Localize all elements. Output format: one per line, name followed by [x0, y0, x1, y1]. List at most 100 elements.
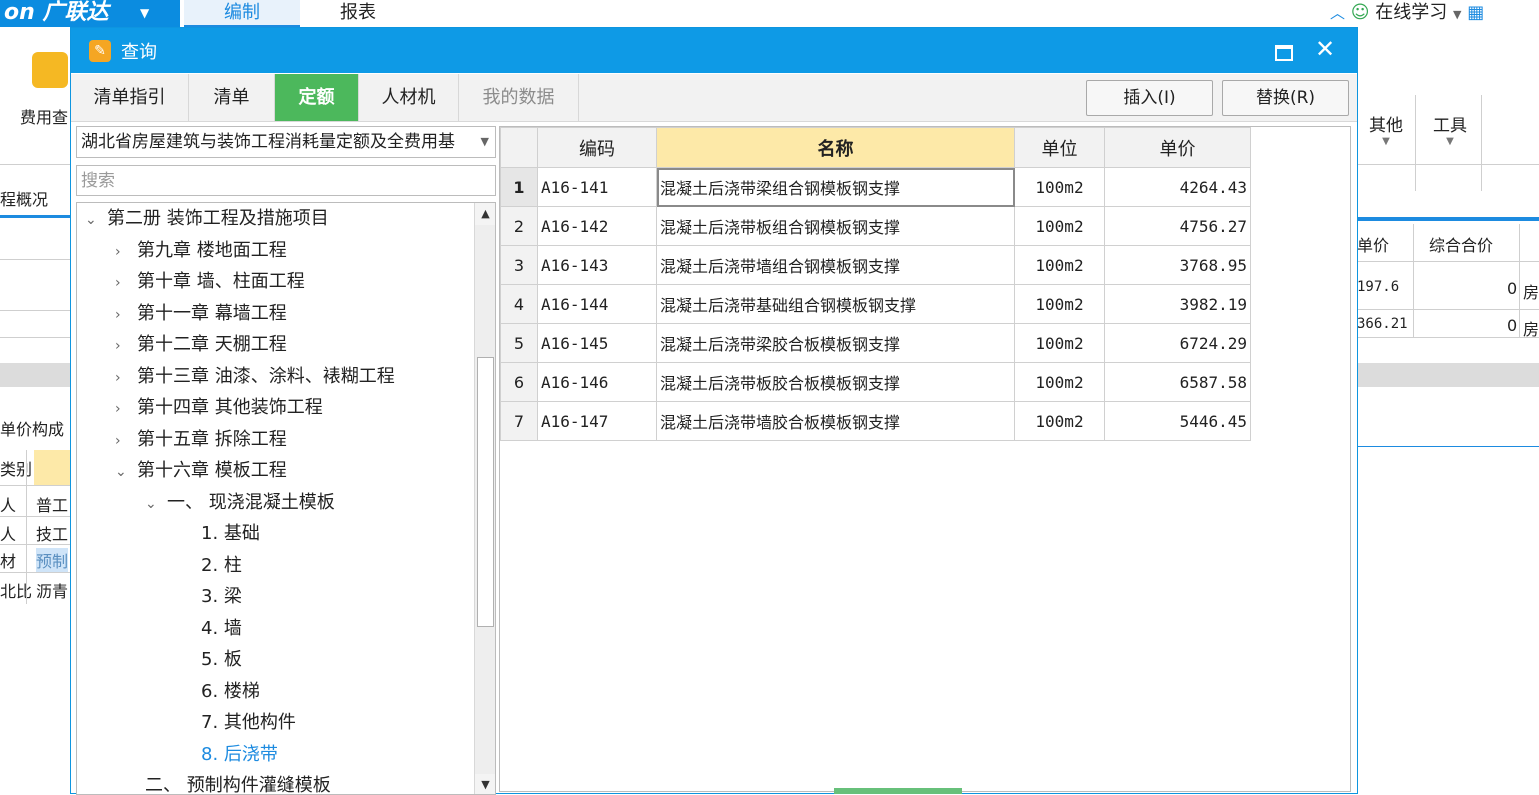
- col-code[interactable]: 编码: [537, 127, 657, 168]
- cell-unit-price[interactable]: 3982.19: [1104, 284, 1251, 324]
- cell-unit-price[interactable]: 3768.95: [1104, 245, 1251, 285]
- chevron-right-icon[interactable]: ›: [115, 300, 137, 331]
- row-number[interactable]: 2: [500, 206, 538, 246]
- cell-unit[interactable]: 100m2: [1014, 284, 1105, 324]
- tree-node[interactable]: › 第十二章 天棚工程: [115, 329, 287, 360]
- tab-labor-material-machine[interactable]: 人材机: [359, 74, 459, 121]
- cell-code[interactable]: A16-142: [537, 206, 657, 246]
- tab-quota[interactable]: 定额: [275, 74, 359, 121]
- chevron-right-icon[interactable]: ›: [115, 268, 137, 299]
- row-number[interactable]: 7: [500, 401, 538, 441]
- chevron-down-icon[interactable]: ⌄: [115, 457, 137, 488]
- tree-node[interactable]: ⌄ 第十六章 模板工程: [115, 455, 287, 486]
- chevron-right-icon[interactable]: ›: [115, 331, 137, 362]
- chevron-down-icon[interactable]: ▼: [1453, 8, 1461, 21]
- dialog-title-bar[interactable]: ✎ 查询 ✕: [71, 28, 1357, 73]
- tree-node[interactable]: › 第十三章 油漆、涂料、裱糊工程: [115, 361, 395, 392]
- scroll-up-icon[interactable]: ▲: [475, 203, 495, 225]
- cell-name[interactable]: 混凝土后浇带板胶合板模板钢支撑: [656, 362, 1015, 402]
- cell-code[interactable]: A16-141: [537, 167, 657, 207]
- bg-unit-price-composition[interactable]: 单价构成: [0, 416, 64, 440]
- ribbon-fee-query[interactable]: 费用查: [0, 104, 68, 128]
- chevron-down-icon[interactable]: ⌄: [85, 205, 107, 236]
- tree-node[interactable]: 3. 梁: [201, 581, 242, 612]
- row-number[interactable]: 4: [500, 284, 538, 324]
- col-name[interactable]: 名称: [656, 127, 1015, 168]
- cell-unit-price[interactable]: 4264.43: [1104, 167, 1251, 207]
- grid-icon[interactable]: ▦: [1467, 2, 1484, 23]
- tab-my-data[interactable]: 我的数据: [459, 74, 579, 121]
- cell-unit[interactable]: 100m2: [1014, 362, 1105, 402]
- cell-name[interactable]: 混凝土后浇带墙胶合板模板钢支撑: [656, 401, 1015, 441]
- chevron-right-icon[interactable]: ›: [115, 394, 137, 425]
- table-row[interactable]: 5 A16-145 混凝土后浇带梁胶合板模板钢支撑 100m2 6724.29: [500, 323, 1251, 363]
- cell-code[interactable]: A16-147: [537, 401, 657, 441]
- cell-unit[interactable]: 100m2: [1014, 206, 1105, 246]
- cell-name[interactable]: 混凝土后浇带板组合钢模板钢支撑: [656, 206, 1015, 246]
- row-number[interactable]: 6: [500, 362, 538, 402]
- tree-node[interactable]: 二、 预制构件灌缝模板: [145, 770, 331, 794]
- chevron-right-icon[interactable]: ›: [115, 363, 137, 394]
- tree-node[interactable]: 6. 楼梯: [201, 676, 260, 707]
- tree-node[interactable]: 5. 板: [201, 644, 242, 675]
- search-input[interactable]: [76, 165, 496, 196]
- tree-node[interactable]: › 第十一章 幕墙工程: [115, 298, 287, 329]
- cell-unit[interactable]: 100m2: [1014, 323, 1105, 363]
- cell-unit[interactable]: 100m2: [1014, 167, 1105, 207]
- bg-project-overview[interactable]: 程概况: [0, 186, 48, 210]
- tree-node[interactable]: 4. 墙: [201, 613, 242, 644]
- cell-name[interactable]: 混凝土后浇带梁胶合板模板钢支撑: [656, 323, 1015, 363]
- cell-unit-price[interactable]: 6587.58: [1104, 362, 1251, 402]
- tree-node[interactable]: › 第十四章 其他装饰工程: [115, 392, 323, 423]
- ribbon-left-icon[interactable]: [32, 52, 68, 88]
- quota-library-select[interactable]: 湖北省房屋建筑与装饰工程消耗量定额及全费用基 ▼: [76, 126, 496, 158]
- scroll-down-icon[interactable]: ▼: [475, 774, 495, 794]
- cell-code[interactable]: A16-143: [537, 245, 657, 285]
- cell-unit[interactable]: 100m2: [1014, 245, 1105, 285]
- tree-node[interactable]: ⌄ 第二册 装饰工程及措施项目: [85, 203, 329, 234]
- tab-report[interactable]: 报表: [315, 0, 401, 27]
- tree-node[interactable]: › 第九章 楼地面工程: [115, 235, 287, 266]
- chevron-right-icon[interactable]: ›: [115, 237, 137, 268]
- table-row[interactable]: 1 A16-141 混凝土后浇带梁组合钢模板钢支撑 100m2 4264.43: [500, 167, 1251, 207]
- cell-name[interactable]: 混凝土后浇带基础组合钢模板钢支撑: [656, 284, 1015, 324]
- insert-button[interactable]: 插入(I): [1086, 80, 1213, 116]
- cell-code[interactable]: A16-146: [537, 362, 657, 402]
- tree-node[interactable]: 8. 后浇带: [201, 739, 278, 770]
- bottom-collapse-handle[interactable]: [834, 788, 962, 794]
- tree-node[interactable]: 1. 基础: [201, 518, 260, 549]
- maximize-icon[interactable]: [1271, 37, 1295, 61]
- replace-button[interactable]: 替换(R): [1222, 80, 1349, 116]
- cell-unit-price[interactable]: 4756.27: [1104, 206, 1251, 246]
- row-number[interactable]: 5: [500, 323, 538, 363]
- cell-code[interactable]: A16-144: [537, 284, 657, 324]
- collapse-ribbon-icon[interactable]: ︿: [1330, 4, 1345, 22]
- table-row[interactable]: 4 A16-144 混凝土后浇带基础组合钢模板钢支撑 100m2 3982.19: [500, 284, 1251, 324]
- tree-node[interactable]: › 第十章 墙、柱面工程: [115, 266, 305, 297]
- close-icon[interactable]: ✕: [1311, 34, 1339, 64]
- chevron-right-icon[interactable]: ›: [115, 426, 137, 457]
- tree-node[interactable]: 7. 其他构件: [201, 707, 296, 738]
- ribbon-tools[interactable]: 工具 ▼: [1433, 111, 1467, 147]
- table-row[interactable]: 2 A16-142 混凝土后浇带板组合钢模板钢支撑 100m2 4756.27: [500, 206, 1251, 246]
- scrollbar-thumb[interactable]: [477, 357, 494, 627]
- col-unit-price[interactable]: 单价: [1104, 127, 1251, 168]
- table-row[interactable]: 6 A16-146 混凝土后浇带板胶合板模板钢支撑 100m2 6587.58: [500, 362, 1251, 402]
- cell-unit-price[interactable]: 6724.29: [1104, 323, 1251, 363]
- chevron-down-icon[interactable]: ⌄: [145, 489, 167, 520]
- cell-code[interactable]: A16-145: [537, 323, 657, 363]
- chevron-down-icon[interactable]: ▼: [140, 0, 149, 26]
- table-row[interactable]: 7 A16-147 混凝土后浇带墙胶合板模板钢支撑 100m2 5446.45: [500, 401, 1251, 441]
- online-learning[interactable]: ︿ ☺ 在线学习 ▼ ▦: [1330, 0, 1484, 27]
- brand-logo[interactable]: on 广联达 ▼: [0, 0, 180, 27]
- col-unit[interactable]: 单位: [1014, 127, 1105, 168]
- row-number[interactable]: 1: [500, 167, 538, 207]
- cell-name[interactable]: 混凝土后浇带墙组合钢模板钢支撑: [656, 245, 1015, 285]
- tree-node[interactable]: ⌄ 一、 现浇混凝土模板: [145, 487, 335, 518]
- tab-bill[interactable]: 清单: [189, 74, 275, 121]
- cell-unit-price[interactable]: 5446.45: [1104, 401, 1251, 441]
- tree-node[interactable]: › 第十五章 拆除工程: [115, 424, 287, 455]
- tree-scrollbar[interactable]: ▲ ▼: [474, 203, 495, 794]
- tab-bill-guide[interactable]: 清单指引: [71, 74, 189, 121]
- cell-name[interactable]: 混凝土后浇带梁组合钢模板钢支撑: [656, 167, 1015, 207]
